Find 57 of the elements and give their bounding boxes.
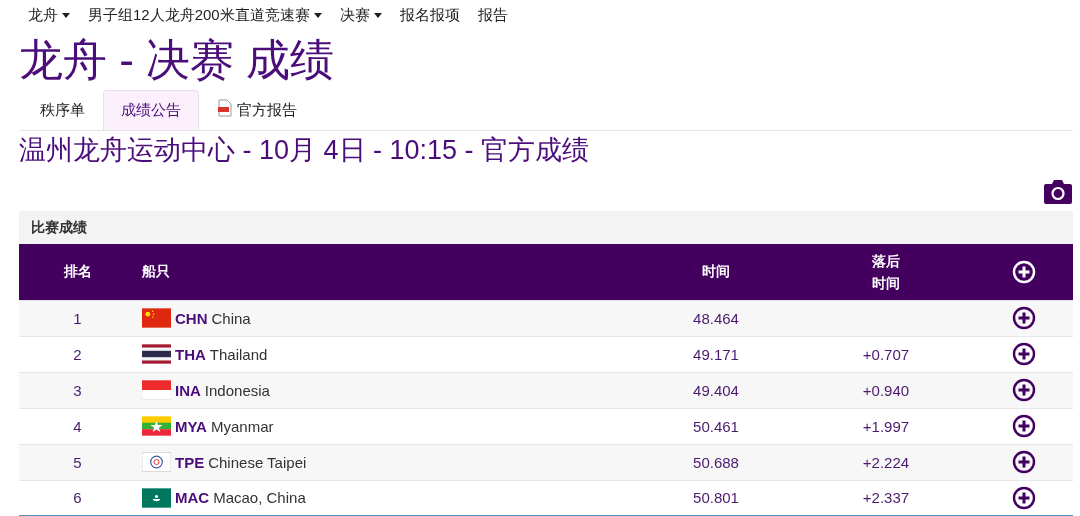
behind-cell: +0.940 xyxy=(862,381,910,399)
country-code: INA xyxy=(175,381,201,399)
nav-link[interactable]: 男子组12人龙舟200米直道竞速赛 xyxy=(88,5,322,25)
country-name: Chinese Taipei xyxy=(208,453,307,471)
time-cell: 50.801 xyxy=(693,489,739,507)
column-header: 时间 xyxy=(702,262,730,279)
flag-icon xyxy=(142,487,171,508)
country-code: TPE xyxy=(175,453,205,471)
column-header: 船只 xyxy=(142,262,170,279)
tab[interactable]: 秩序单 xyxy=(22,90,103,130)
time-cell: 48.464 xyxy=(693,309,739,327)
time-cell: 50.688 xyxy=(693,453,739,471)
expand-icon[interactable] xyxy=(1012,485,1036,510)
expand-icon[interactable] xyxy=(1012,306,1036,330)
flag-icon xyxy=(142,380,171,400)
behind-cell: +2.337 xyxy=(862,489,910,507)
country-name: Myanmar xyxy=(210,417,274,435)
country-name: Thailand xyxy=(209,345,268,363)
flag-icon xyxy=(142,344,171,364)
rank-cell: 1 xyxy=(73,309,82,327)
country-code: MAC xyxy=(175,489,210,507)
country-name: Indonesia xyxy=(204,381,270,399)
time-cell: 49.404 xyxy=(693,381,739,399)
country-name: Macao, China xyxy=(213,489,306,507)
flag-icon xyxy=(142,308,171,328)
column-header: 排名 xyxy=(63,262,92,279)
behind-cell: +0.707 xyxy=(862,345,910,363)
page-title: 龙舟 - 决赛 成绩 xyxy=(19,34,336,86)
event-subtitle: 温州龙舟运动中心 - 10月 4日 - 10:15 - 官方成绩 xyxy=(19,134,591,167)
country-code: CHN xyxy=(175,309,208,327)
nav-link[interactable]: 决赛 xyxy=(339,5,382,25)
behind-cell: +2.224 xyxy=(862,453,910,471)
tab[interactable]: 官方报告 xyxy=(199,90,315,130)
rank-cell: 3 xyxy=(73,381,82,399)
time-cell: 50.461 xyxy=(693,417,739,435)
nav-link[interactable]: 报名报项 xyxy=(399,5,460,25)
column-header: 落后时间 xyxy=(872,251,900,293)
flag-icon xyxy=(142,416,171,436)
expand-icon[interactable] xyxy=(1012,450,1036,474)
country-code: THA xyxy=(175,345,206,363)
expand-icon[interactable] xyxy=(1012,342,1036,366)
time-cell: 49.171 xyxy=(693,345,739,363)
rank-cell: 5 xyxy=(73,453,82,471)
country-name: China xyxy=(211,309,251,327)
rank-cell: 6 xyxy=(73,489,82,507)
flag-icon xyxy=(142,452,171,472)
expand-icon[interactable] xyxy=(1012,378,1036,402)
tab[interactable]: 成绩公告 xyxy=(103,90,199,130)
nav-link[interactable]: 报告 xyxy=(477,5,508,25)
nav-link[interactable]: 龙舟 xyxy=(28,5,70,25)
panel-title: 比赛成绩 xyxy=(31,218,87,237)
expand-icon[interactable] xyxy=(1012,414,1036,438)
rank-cell: 2 xyxy=(73,345,82,363)
country-code: MYA xyxy=(175,417,207,435)
rank-cell: 4 xyxy=(73,417,82,435)
behind-cell: +1.997 xyxy=(862,417,910,435)
camera-icon[interactable] xyxy=(1043,179,1073,205)
